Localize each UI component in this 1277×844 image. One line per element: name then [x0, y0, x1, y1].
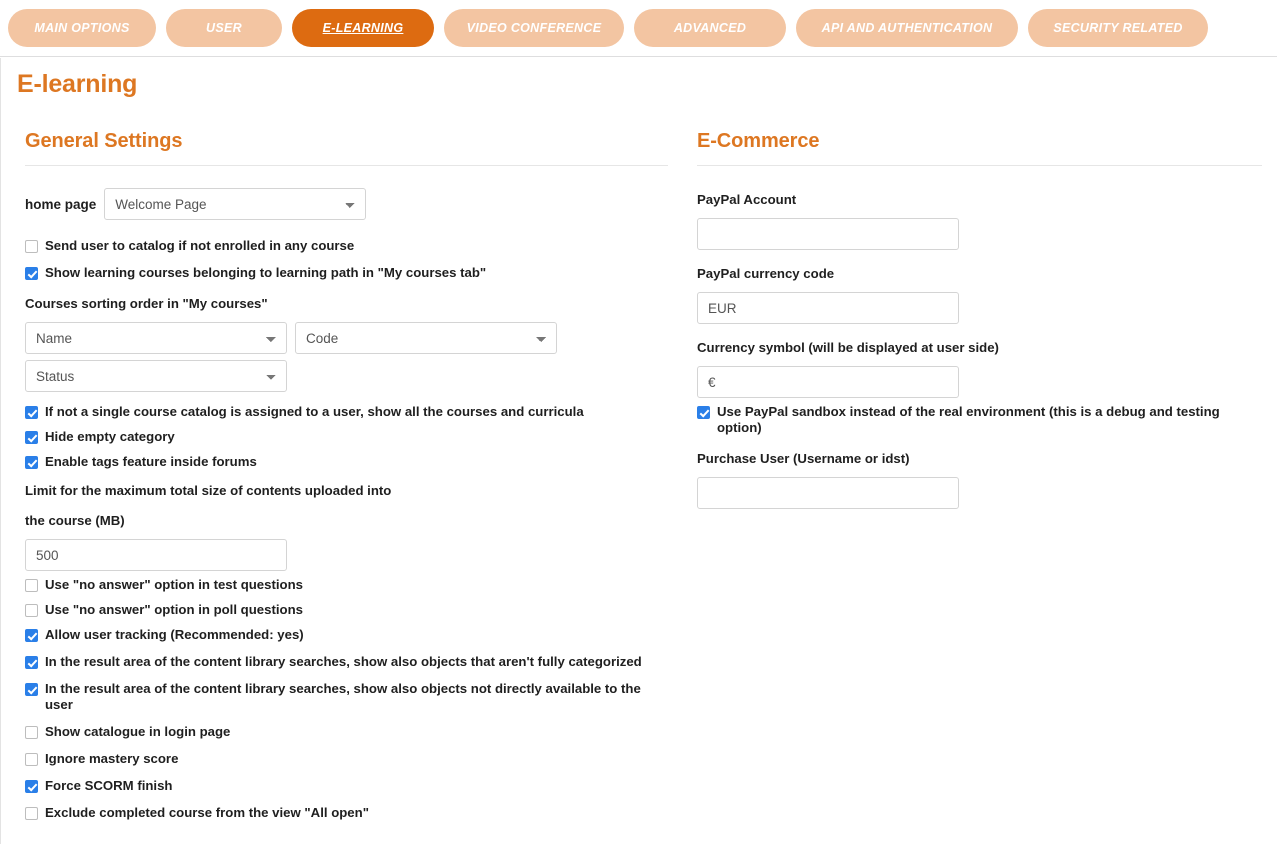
tab-advanced[interactable]: ADVANCED: [634, 9, 786, 47]
checkbox-box: [25, 683, 38, 696]
checkbox-enable-tags-forums[interactable]: Enable tags feature inside forums: [25, 454, 668, 470]
tab-label: SECURITY RELATED: [1053, 21, 1183, 35]
tab-user[interactable]: USER: [166, 9, 282, 47]
settings-content: E-learning General Settings home page We…: [0, 58, 1277, 844]
checkbox-label: Ignore mastery score: [45, 751, 179, 766]
checkbox-allow-user-tracking[interactable]: Allow user tracking (Recommended: yes): [25, 627, 668, 643]
checkbox-label: Send user to catalog if not enrolled in …: [45, 238, 355, 253]
checkbox-label: Hide empty category: [45, 429, 175, 444]
upload-limit-label-line2: the course (MB): [25, 513, 125, 528]
purchase-user-label: Purchase User (Username or idst): [697, 451, 910, 466]
general-settings-heading: General Settings: [25, 130, 183, 152]
general-settings-divider: [25, 165, 668, 166]
checkbox-box: [25, 753, 38, 766]
checkbox-box: [25, 579, 38, 592]
upload-limit-input[interactable]: [25, 539, 287, 571]
tab-label: USER: [206, 21, 242, 35]
tab-label: VIDEO CONFERENCE: [466, 21, 602, 35]
purchase-user-input[interactable]: [697, 477, 959, 509]
checkbox-send-user-to-catalog[interactable]: Send user to catalog if not enrolled in …: [25, 238, 668, 254]
tab-api-and-authentication[interactable]: API AND AUTHENTICATION: [796, 9, 1018, 47]
courses-sorting-selects: Name Code Status: [25, 322, 557, 392]
currency-symbol-input[interactable]: [697, 366, 959, 398]
home-page-label: home page: [25, 196, 97, 212]
tab-main-options[interactable]: MAIN OPTIONS: [8, 9, 156, 47]
checkbox-no-catalog-show-all[interactable]: If not a single course catalog is assign…: [25, 404, 668, 420]
tab-label: E-LEARNING: [322, 21, 404, 35]
checkbox-label: Use "no answer" option in test questions: [45, 577, 303, 592]
checkbox-box: [25, 604, 38, 617]
checkbox-label: In the result area of the content librar…: [45, 654, 642, 669]
checkbox-box: [25, 267, 38, 280]
checkbox-box: [25, 629, 38, 642]
tab-e-learning[interactable]: E-LEARNING: [292, 9, 434, 47]
tab-label: API AND AUTHENTICATION: [821, 21, 993, 35]
checkbox-hide-empty-category[interactable]: Hide empty category: [25, 429, 668, 445]
checkbox-box: [25, 431, 38, 444]
tab-video-conference[interactable]: VIDEO CONFERENCE: [444, 9, 624, 47]
home-page-row: home page Welcome Page: [25, 188, 668, 220]
ecommerce-column: E-Commerce PayPal Account PayPal currenc…: [697, 130, 1262, 521]
checkbox-label: Show catalogue in login page: [45, 724, 231, 739]
checkbox-no-answer-poll[interactable]: Use "no answer" option in poll questions: [25, 602, 668, 618]
checkbox-show-catalogue-login[interactable]: Show catalogue in login page: [25, 724, 668, 740]
checkbox-show-not-fully-categorized[interactable]: In the result area of the content librar…: [25, 654, 668, 670]
paypal-account-label: PayPal Account: [697, 192, 797, 207]
checkbox-no-answer-test[interactable]: Use "no answer" option in test questions: [25, 577, 668, 593]
checkbox-label: Allow user tracking (Recommended: yes): [45, 627, 304, 642]
checkbox-label: Use PayPal sandbox instead of the real e…: [717, 404, 1220, 435]
sort-select-secondary[interactable]: Code: [295, 322, 557, 354]
checkbox-ignore-mastery-score[interactable]: Ignore mastery score: [25, 751, 668, 767]
checkbox-use-paypal-sandbox[interactable]: Use PayPal sandbox instead of the real e…: [697, 404, 1262, 436]
home-page-select[interactable]: Welcome Page: [104, 188, 367, 220]
ecommerce-divider: [697, 165, 1262, 166]
settings-page: MAIN OPTIONS USER E-LEARNING VIDEO CONFE…: [0, 0, 1277, 844]
checkbox-label: Enable tags feature inside forums: [45, 454, 257, 469]
checkbox-box: [25, 807, 38, 820]
tab-label: ADVANCED: [673, 21, 747, 35]
checkbox-label: Show learning courses belonging to learn…: [45, 265, 487, 280]
sort-select-tertiary[interactable]: Status: [25, 360, 287, 392]
checkbox-box: [25, 780, 38, 793]
checkbox-show-not-directly-available[interactable]: In the result area of the content librar…: [25, 681, 668, 713]
checkbox-box: [25, 656, 38, 669]
checkbox-force-scorm-finish[interactable]: Force SCORM finish: [25, 778, 668, 794]
checkbox-box: [25, 726, 38, 739]
paypal-currency-code-input[interactable]: [697, 292, 959, 324]
upload-limit-label-line1: Limit for the maximum total size of cont…: [25, 483, 392, 498]
settings-tab-bar: MAIN OPTIONS USER E-LEARNING VIDEO CONFE…: [0, 0, 1277, 57]
sort-select-primary[interactable]: Name: [25, 322, 287, 354]
checkbox-show-learning-courses[interactable]: Show learning courses belonging to learn…: [25, 265, 668, 281]
checkbox-label: If not a single course catalog is assign…: [45, 404, 584, 419]
general-settings-column: General Settings home page Welcome Page …: [25, 130, 668, 832]
checkbox-label: Exclude completed course from the view "…: [45, 805, 369, 820]
tab-security-related[interactable]: SECURITY RELATED: [1028, 9, 1208, 47]
ecommerce-heading: E-Commerce: [697, 130, 820, 152]
checkbox-label: Use "no answer" option in poll questions: [45, 602, 303, 617]
checkbox-label: In the result area of the content librar…: [45, 681, 641, 712]
checkbox-box: [697, 406, 710, 419]
checkbox-box: [25, 240, 38, 253]
checkbox-box: [25, 406, 38, 419]
checkbox-exclude-completed-course[interactable]: Exclude completed course from the view "…: [25, 805, 668, 821]
courses-sorting-label: Courses sorting order in "My courses": [25, 296, 268, 311]
checkbox-box: [25, 456, 38, 469]
currency-symbol-label: Currency symbol (will be displayed at us…: [697, 340, 999, 355]
paypal-currency-code-label: PayPal currency code: [697, 266, 835, 281]
tab-label: MAIN OPTIONS: [34, 21, 130, 35]
paypal-account-input[interactable]: [697, 218, 959, 250]
page-title: E-learning: [17, 70, 138, 98]
checkbox-label: Force SCORM finish: [45, 778, 173, 793]
